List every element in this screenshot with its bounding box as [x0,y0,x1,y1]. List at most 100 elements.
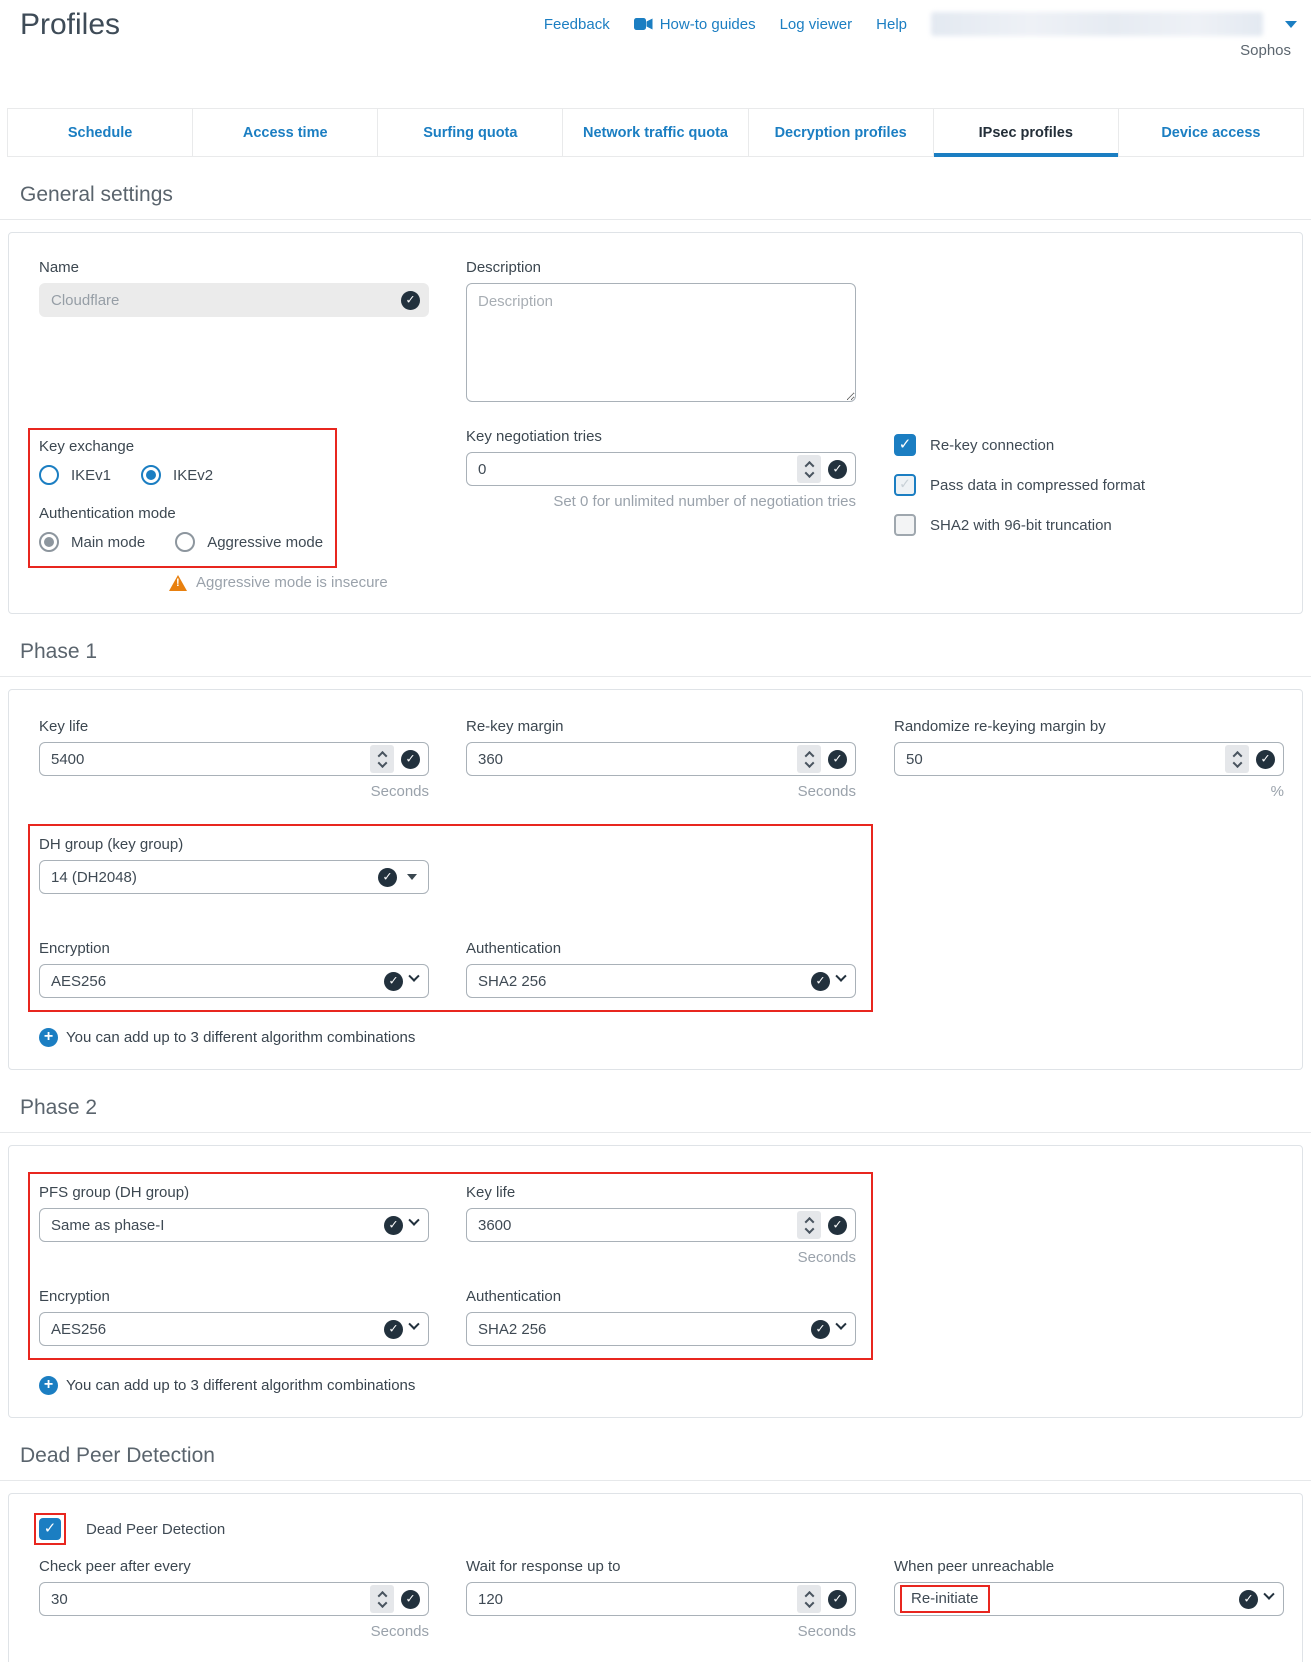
valid-icon [384,972,403,991]
key-negotiation-input[interactable] [478,461,790,478]
p1-key-life-field [39,742,429,776]
rekey-connection-row: Re-key connection [894,434,1272,456]
number-stepper[interactable] [797,1585,821,1613]
sha2-truncation-row: SHA2 with 96-bit truncation [894,514,1272,536]
rekey-connection-checkbox[interactable] [894,434,916,456]
p1-dh-group: DH group (key group) 14 (DH2048) [39,836,871,894]
dpd-panel: Dead Peer Detection Check peer after eve… [8,1493,1303,1662]
valid-icon [1239,1590,1258,1609]
radio-aggressive-mode-option: Aggressive mode [175,532,323,552]
dpd-unreachable-group: When peer unreachable Re-initiate [894,1558,1284,1616]
phase2-heading: Phase 2 [0,1070,1311,1133]
p1-rekey-margin-group: Re-key margin Seconds [466,718,894,800]
chevron-down-icon [408,971,419,982]
dpd-checkbox-annotation-rect [34,1513,66,1545]
p1-randomize-input[interactable] [906,751,1218,768]
number-stepper[interactable] [797,745,821,773]
radio-main-mode-option: Main mode [39,532,145,552]
key-negotiation-group: Key negotiation tries Set 0 for unlimite… [466,428,894,510]
valid-icon [811,1320,830,1339]
p2-authentication-group: Authentication SHA2 256 [466,1288,871,1346]
chevron-down-icon [835,1319,846,1330]
stepper-down-icon[interactable] [804,758,814,768]
profile-tabs: Schedule Access time Surfing quota Netwo… [7,108,1304,157]
log-viewer-link[interactable]: Log viewer [780,16,853,33]
p2-pfs-group: PFS group (DH group) Same as phase-I [39,1184,466,1242]
dpd-wait-input[interactable] [478,1591,790,1608]
stepper-down-icon[interactable] [377,758,387,768]
add-icon[interactable] [39,1028,58,1047]
p2-key-life-input[interactable] [478,1217,790,1234]
number-stepper[interactable] [370,745,394,773]
page-header: Profiles Feedback How-to guides Log view… [0,0,1311,108]
how-to-guides-link[interactable]: How-to guides [634,16,756,33]
tab-network-traffic-quota[interactable]: Network traffic quota [563,109,748,156]
dpd-unreachable-select[interactable]: Re-initiate [894,1582,1284,1616]
p2-pfs-group-select[interactable]: Same as phase-I [39,1208,429,1242]
stepper-down-icon[interactable] [804,1224,814,1234]
radio-aggressive-mode[interactable] [175,532,195,552]
valid-icon [828,1216,847,1235]
video-camera-icon [634,18,653,30]
p1-key-life-input[interactable] [51,751,363,768]
radio-main-mode[interactable] [39,532,59,552]
p1-randomize-group: Randomize re-keying margin by % [894,718,1284,800]
add-icon[interactable] [39,1376,58,1395]
stepper-down-icon[interactable] [1232,758,1242,768]
stepper-down-icon[interactable] [804,468,814,478]
p2-encryption-select[interactable]: AES256 [39,1312,429,1346]
radio-ikev1[interactable] [39,465,59,485]
p2-note: You can add up to 3 different algorithm … [39,1376,1272,1395]
dpd-check-peer-group: Check peer after every Seconds [39,1558,466,1640]
aggressive-mode-warning: Aggressive mode is insecure [169,574,466,591]
phase2-panel: PFS group (DH group) Same as phase-I Key… [8,1145,1303,1418]
dpd-check-peer-input[interactable] [51,1591,363,1608]
p1-authentication-select[interactable]: SHA2 256 [466,964,856,998]
dpd-enable-checkbox[interactable] [39,1518,61,1540]
stepper-down-icon[interactable] [804,1598,814,1608]
dpd-heading: Dead Peer Detection [0,1418,1311,1481]
valid-icon [828,750,847,769]
radio-ikev2-option: IKEv2 [141,465,213,485]
stepper-down-icon[interactable] [377,1598,387,1608]
tab-decryption-profiles[interactable]: Decryption profiles [749,109,934,156]
general-settings-heading: General settings [0,157,1311,220]
p1-rekey-margin-input[interactable] [478,751,790,768]
valid-icon [811,972,830,991]
dropdown-caret-icon [407,874,417,880]
p1-key-life-group: Key life Seconds [39,718,466,800]
tab-access-time[interactable]: Access time [193,109,378,156]
compressed-format-checkbox[interactable] [894,474,916,496]
unreachable-value-annotation-rect: Re-initiate [900,1585,990,1613]
radio-ikev2[interactable] [141,465,161,485]
number-stepper[interactable] [1225,745,1249,773]
tab-schedule[interactable]: Schedule [8,109,193,156]
general-settings-panel: Name Description Key exchange [8,232,1303,614]
key-negotiation-field [466,452,856,486]
tab-ipsec-profiles[interactable]: IPsec profiles [934,109,1119,156]
feedback-link[interactable]: Feedback [544,16,610,33]
p1-encryption-select[interactable]: AES256 [39,964,429,998]
p1-rekey-margin-field [466,742,856,776]
tab-device-access[interactable]: Device access [1119,109,1303,156]
number-stepper[interactable] [370,1585,394,1613]
help-link[interactable]: Help [876,16,907,33]
key-exchange-label: Key exchange [39,438,323,455]
account-dropdown-caret-icon[interactable] [1285,21,1297,28]
valid-icon [384,1216,403,1235]
name-input [51,292,394,309]
valid-icon [401,750,420,769]
description-textarea[interactable] [466,283,856,402]
p1-randomize-field [894,742,1284,776]
sha2-truncation-checkbox[interactable] [894,514,916,536]
phase1-heading: Phase 1 [0,614,1311,677]
number-stepper[interactable] [797,1211,821,1239]
number-stepper[interactable] [797,455,821,483]
dpd-check-peer-field [39,1582,429,1616]
valid-icon [384,1320,403,1339]
p1-dh-group-select[interactable]: 14 (DH2048) [39,860,429,894]
key-exchange-group: Key exchange IKEv1 IKEv2 Authentication … [39,428,466,591]
tab-surfing-quota[interactable]: Surfing quota [378,109,563,156]
p2-authentication-select[interactable]: SHA2 256 [466,1312,856,1346]
p1-authentication-group: Authentication SHA2 256 [466,940,871,998]
